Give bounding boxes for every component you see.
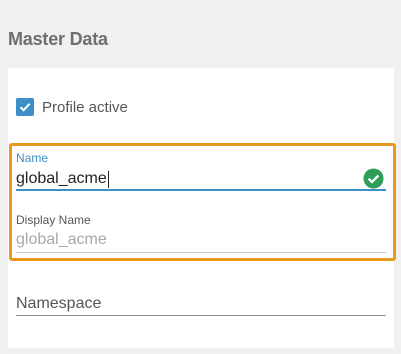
display-name-input[interactable]: global_acme [16, 231, 107, 249]
name-input-value: global_acme [16, 170, 107, 187]
display-name-field-label: Display Name [16, 213, 91, 227]
name-field-label: Name [16, 151, 49, 165]
display-name-underline [16, 252, 386, 253]
profile-active-row[interactable]: Profile active [16, 97, 128, 117]
profile-active-label: Profile active [42, 98, 128, 116]
name-field-underline [16, 189, 386, 191]
name-input[interactable]: global_acme [16, 170, 109, 188]
check-circle-icon [363, 168, 384, 189]
namespace-input[interactable] [16, 292, 386, 316]
section-title: Master Data [8, 29, 108, 49]
text-caret [107, 170, 109, 188]
checkmark-icon [19, 103, 31, 112]
profile-active-checkbox[interactable] [16, 98, 34, 116]
